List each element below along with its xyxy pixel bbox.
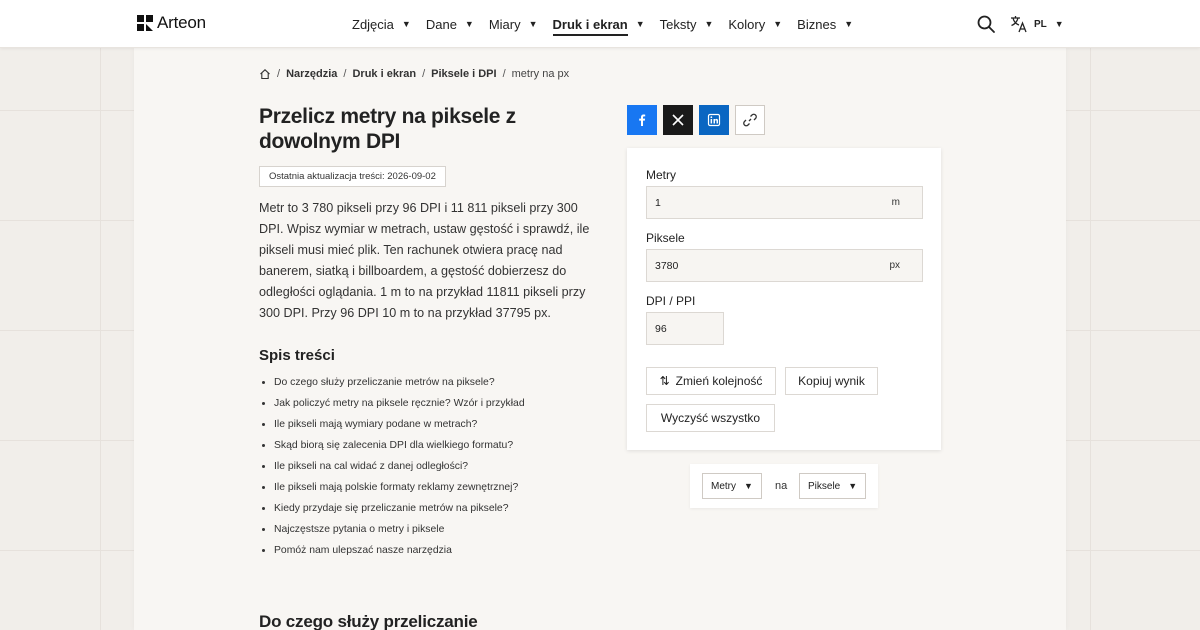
unit-joiner: na xyxy=(775,480,788,492)
main-nav: Zdjęcia ▼ Dane ▼ Miary ▼ Druk i ekran ▼ … xyxy=(352,0,868,48)
section-heading: Do czego służy przeliczanie xyxy=(259,612,478,630)
converter-card: Metry m Piksele px DPI / PPI ⇅ Zmień kol… xyxy=(627,148,941,450)
nav-label: Zdjęcia xyxy=(352,16,394,32)
to-unit-value: Piksele xyxy=(808,480,841,492)
pixels-unit: px xyxy=(889,260,900,271)
swap-order-button[interactable]: ⇅ Zmień kolejność xyxy=(646,367,776,395)
meters-unit: m xyxy=(891,197,900,208)
nav-label: Teksty xyxy=(659,16,697,32)
pixels-label: Piksele xyxy=(646,231,685,245)
meters-input[interactable] xyxy=(647,187,922,218)
meters-field[interactable]: m xyxy=(646,186,923,219)
language-selector[interactable]: PL ▼ xyxy=(1010,15,1064,33)
toc-link[interactable]: Ile pikseli mają wymiary podane w metrac… xyxy=(259,414,599,435)
pixels-field[interactable]: px xyxy=(646,249,923,282)
logo-mark-icon xyxy=(137,15,153,31)
search-button[interactable] xyxy=(976,14,996,34)
language-code: PL xyxy=(1034,18,1047,30)
nav-label: Kolory xyxy=(728,16,766,32)
caret-down-icon: ▼ xyxy=(1054,19,1064,29)
caret-down-icon: ▼ xyxy=(744,481,753,491)
nav-item-kolory[interactable]: Kolory ▼ xyxy=(728,0,782,48)
nav-item-teksty[interactable]: Teksty ▼ xyxy=(660,0,714,48)
intro-paragraph: Metr to 3 780 pikseli przy 96 DPI i 11 8… xyxy=(259,201,590,320)
page-title: Przelicz metry na piksele z dowolnym DPI xyxy=(259,105,516,153)
from-unit-select[interactable]: Metry ▼ xyxy=(702,473,762,499)
breadcrumb-item[interactable]: Druk i ekran xyxy=(352,68,416,80)
nav-label: Druk i ekran xyxy=(552,17,628,36)
brand-name: Arteon xyxy=(157,13,206,32)
toc-link[interactable]: Do czego służy przeliczanie metrów na pi… xyxy=(259,372,599,393)
nav-item-biznes[interactable]: Biznes ▼ xyxy=(797,0,853,48)
swap-arrows-icon: ⇅ xyxy=(659,374,670,388)
toc-link[interactable]: Najczęstsze pytania o metry i piksele xyxy=(259,519,599,540)
breadcrumb-separator: / xyxy=(502,68,506,80)
breadcrumb-separator: / xyxy=(343,68,347,80)
facebook-icon xyxy=(639,114,646,126)
dpi-field[interactable] xyxy=(646,312,724,345)
meters-label: Metry xyxy=(646,168,676,182)
breadcrumb-current: metry na px xyxy=(511,68,570,80)
top-navigation-bar: Arteon Zdjęcia ▼ Dane ▼ Miary ▼ Druk i e… xyxy=(0,0,1200,48)
caret-down-icon: ▼ xyxy=(528,19,538,29)
nav-item-miary[interactable]: Miary ▼ xyxy=(489,0,538,48)
copy-result-button[interactable]: Kopiuj wynik xyxy=(785,367,878,395)
copy-result-label: Kopiuj wynik xyxy=(798,374,865,388)
caret-down-icon: ▼ xyxy=(848,481,858,491)
copy-link-button[interactable] xyxy=(735,105,765,135)
share-x-button[interactable] xyxy=(663,105,693,135)
share-facebook-button[interactable] xyxy=(627,105,657,135)
nav-item-zdjecia[interactable]: Zdjęcia ▼ xyxy=(352,0,411,48)
linkedin-icon xyxy=(707,113,721,127)
dpi-input[interactable] xyxy=(647,313,723,344)
nav-label: Dane xyxy=(425,16,457,32)
toc-link[interactable]: Pomóż nam ulepszać nasze narzędzia xyxy=(259,540,599,561)
table-of-contents: Do czego służy przeliczanie metrów na pi… xyxy=(259,372,599,561)
caret-down-icon: ▼ xyxy=(464,19,474,29)
caret-down-icon: ▼ xyxy=(773,19,783,29)
toc-link[interactable]: Skąd biorą się zalecenia DPI dla wielkie… xyxy=(259,435,599,456)
toc-link[interactable]: Kiedy przydaje się przeliczanie metrów n… xyxy=(259,498,599,519)
caret-down-icon: ▼ xyxy=(635,19,645,29)
content-panel: / Narzędzia / Druk i ekran / Piksele i D… xyxy=(134,48,1066,630)
pixels-input[interactable] xyxy=(647,250,922,281)
dpi-label: DPI / PPI xyxy=(646,294,696,308)
nav-label: Biznes xyxy=(797,16,837,32)
clear-all-button[interactable]: Wyczyść wszystko xyxy=(646,404,775,432)
unit-selector-bar: Metry ▼ na Piksele ▼ xyxy=(690,464,878,508)
toc-title: Spis treści xyxy=(259,347,335,364)
swap-order-label: Zmień kolejność xyxy=(675,374,763,388)
last-updated-badge: Ostatnia aktualizacja treści: 2026-09-02 xyxy=(259,166,446,187)
breadcrumb: / Narzędzia / Druk i ekran / Piksele i D… xyxy=(259,68,569,80)
clear-all-label: Wyczyść wszystko xyxy=(660,411,761,425)
nav-label: Miary xyxy=(488,16,521,32)
caret-down-icon: ▼ xyxy=(844,19,854,29)
toc-link[interactable]: Jak policzyć metry na piksele ręcznie? W… xyxy=(259,393,599,414)
to-unit-select[interactable]: Piksele ▼ xyxy=(799,473,867,499)
toc-link[interactable]: Ile pikseli na cal widać z danej odległo… xyxy=(259,456,599,477)
home-icon[interactable] xyxy=(259,68,271,80)
translate-icon xyxy=(1011,16,1027,33)
breadcrumb-separator: / xyxy=(422,68,426,80)
x-icon xyxy=(672,114,684,126)
share-buttons xyxy=(627,105,765,135)
nav-item-druk-i-ekran[interactable]: Druk i ekran ▼ xyxy=(552,0,645,48)
nav-item-dane[interactable]: Dane ▼ xyxy=(426,0,474,48)
breadcrumb-separator: / xyxy=(277,68,281,80)
share-linkedin-button[interactable] xyxy=(699,105,729,135)
link-icon xyxy=(743,113,757,127)
breadcrumb-item[interactable]: Piksele i DPI xyxy=(431,68,496,80)
breadcrumb-item[interactable]: Narzędzia xyxy=(286,68,337,80)
from-unit-value: Metry xyxy=(711,480,736,492)
brand-logo[interactable]: Arteon xyxy=(137,13,206,33)
caret-down-icon: ▼ xyxy=(704,19,714,29)
search-icon xyxy=(977,15,995,33)
caret-down-icon: ▼ xyxy=(401,19,411,29)
toc-link[interactable]: Ile pikseli mają polskie formaty reklamy… xyxy=(259,477,599,498)
